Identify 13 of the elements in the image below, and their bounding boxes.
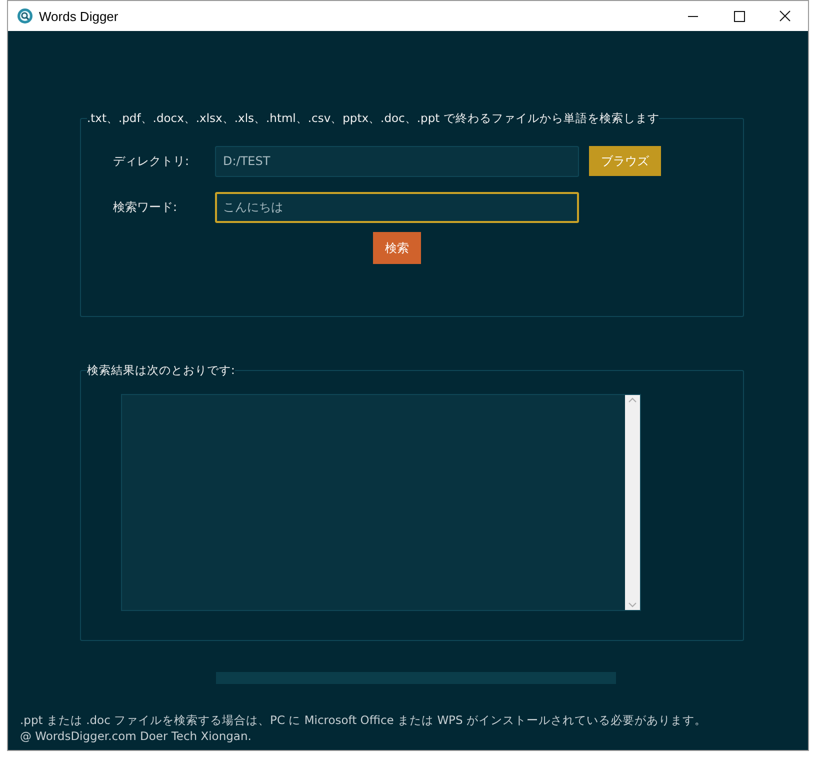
field-label: 検索ワード:	[113, 198, 178, 216]
search-button[interactable]: 検索	[373, 232, 421, 264]
panel-legend: .txt、.pdf、.docx、.xlsx、.xls、.html、.csv、pptx、.doc、.ppt で終わるファイルから単語を検索します	[87, 111, 660, 126]
app-icon	[17, 8, 33, 24]
directory-field[interactable]: D:/TEST	[215, 146, 579, 176]
footer-note: @ WordsDigger.com Doer Tech Xiongan.	[20, 728, 252, 744]
scrollbar[interactable]	[625, 395, 640, 610]
footer-note: .ppt または .doc ファイルを検索する場合は、PC に Microsoft Office または WPS がインストールされている必要があります。	[20, 712, 708, 728]
window-title: Words Digger	[39, 8, 118, 24]
results-box[interactable]	[121, 394, 641, 611]
field-label: ディレクトリ:	[113, 152, 190, 170]
panel-legend: 検索結果は次のとおりです:	[87, 363, 235, 378]
keyword-field[interactable]: こんにちは	[215, 192, 579, 222]
